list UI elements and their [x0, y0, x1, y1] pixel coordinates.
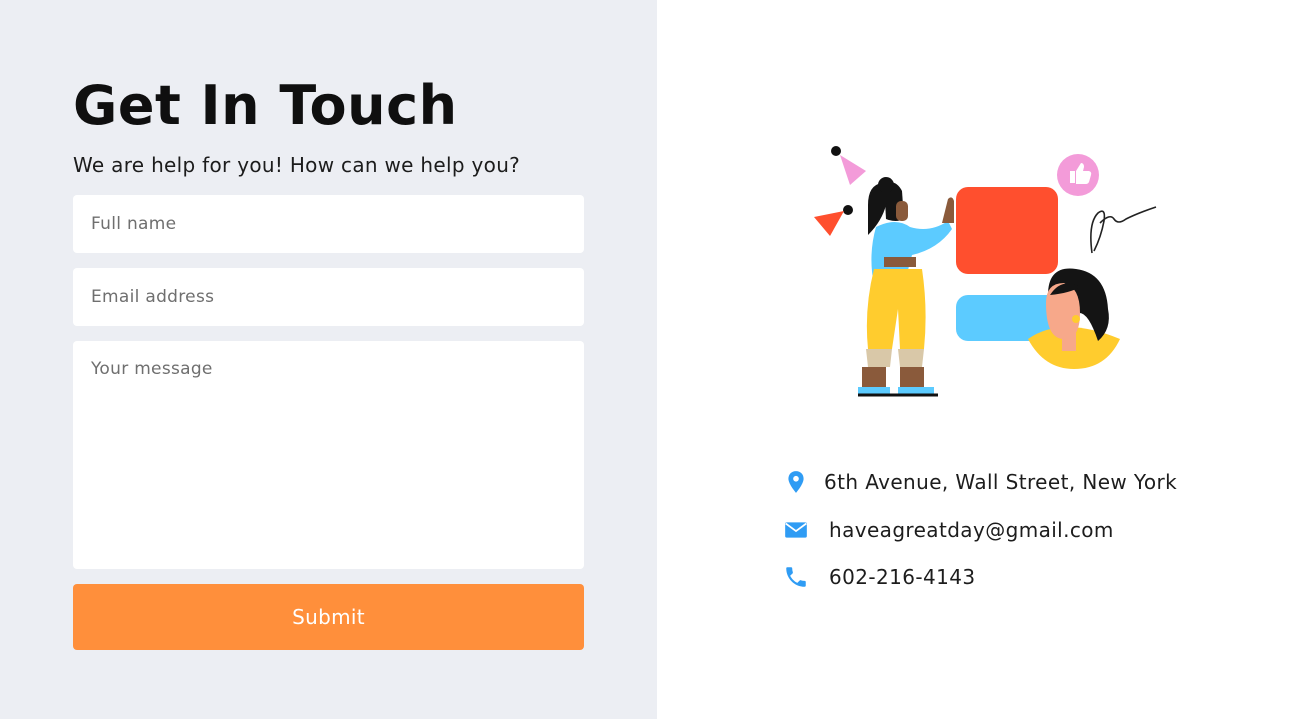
address-text: 6th Avenue, Wall Street, New York	[824, 470, 1178, 494]
message-textarea[interactable]	[73, 341, 584, 569]
contact-form-panel: Get In Touch We are help for you! How ca…	[0, 0, 657, 719]
red-triangle-decoration	[814, 211, 844, 236]
envelope-icon	[785, 522, 807, 538]
page-title: Get In Touch	[73, 74, 458, 137]
phone-row: 602-216-4143	[783, 564, 975, 590]
address-row: 6th Avenue, Wall Street, New York	[783, 469, 1177, 495]
page-subtitle: We are help for you! How can we help you…	[73, 153, 521, 177]
email-row: haveagreatday@gmail.com	[783, 517, 1114, 543]
dot-decoration	[843, 205, 853, 215]
phone-icon	[786, 567, 806, 587]
dot-decoration	[831, 146, 841, 156]
contact-illustration	[814, 146, 1157, 397]
phone-text[interactable]: 602-216-4143	[829, 565, 975, 589]
email-input[interactable]	[73, 268, 584, 326]
pink-triangle-decoration	[840, 155, 866, 185]
full-name-input[interactable]	[73, 195, 584, 253]
email-text[interactable]: haveagreatday@gmail.com	[829, 518, 1114, 542]
submit-button[interactable]: Submit	[73, 584, 584, 650]
location-pin-icon	[788, 471, 804, 493]
signature-doodle	[1090, 206, 1157, 254]
red-card	[956, 187, 1058, 274]
